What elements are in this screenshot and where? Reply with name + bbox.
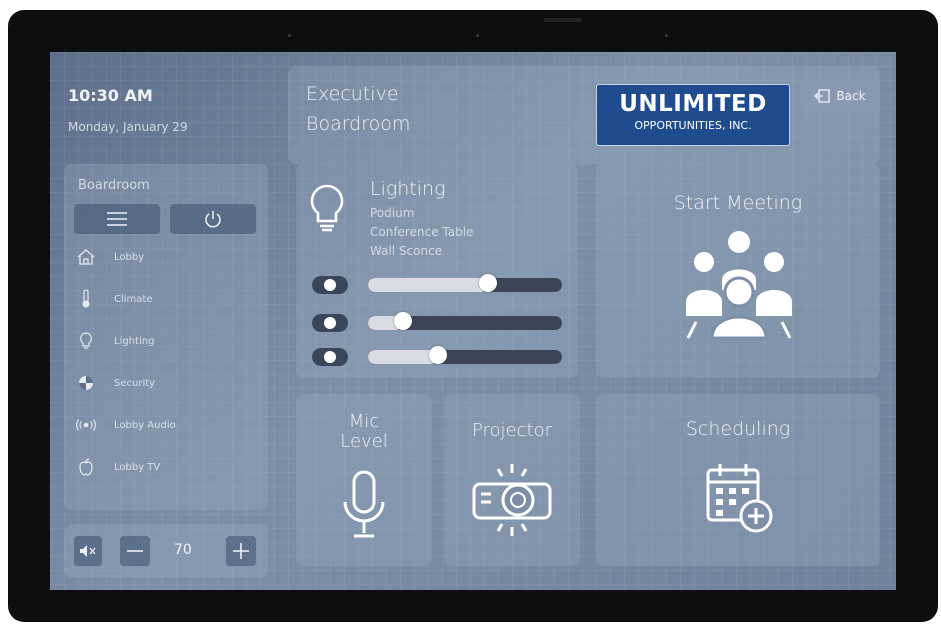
home-icon <box>76 247 96 267</box>
lighting-control-row <box>312 346 562 366</box>
plus-icon <box>233 543 249 559</box>
volume-panel: 70 <box>64 524 268 578</box>
room-title-line2: Boardroom <box>306 113 411 135</box>
sidebar-item-lobby-tv[interactable]: Lobby TV <box>76 452 266 482</box>
mic-level-label-line1: Mic <box>348 411 380 432</box>
toggle-knob <box>324 351 336 363</box>
bezel-sensor-slot <box>544 18 582 22</box>
scheduling-label: Scheduling <box>685 418 791 440</box>
logo-wordmark: UNLIMITED <box>619 91 767 117</box>
power-button[interactable] <box>170 204 256 234</box>
lighting-zone-label: Conference Table <box>370 225 474 239</box>
lighting-toggle[interactable] <box>312 314 348 332</box>
projector-icon <box>468 460 556 544</box>
sidebar-item-label: Security <box>114 377 156 389</box>
minus-icon <box>127 550 143 552</box>
clock-date: Monday, January 29 <box>68 120 188 134</box>
mute-button[interactable] <box>74 536 102 566</box>
back-arrow-icon <box>814 89 831 103</box>
mic-level-tile[interactable]: Mic Level <box>296 394 432 566</box>
projector-tile[interactable]: Projector <box>444 394 580 566</box>
lighting-toggle[interactable] <box>312 348 348 366</box>
room-title-line1: Executive <box>306 83 399 105</box>
lighting-slider-track[interactable] <box>368 350 562 364</box>
start-meeting-label: Start Meeting <box>673 192 803 214</box>
scheduling-tile[interactable]: Scheduling <box>596 394 880 566</box>
audio-broadcast-icon <box>76 415 96 435</box>
security-icon <box>76 373 96 393</box>
sidebar-item-label: Lighting <box>114 335 155 347</box>
lighting-slider-fill <box>368 278 488 292</box>
sidebar-item-label: Lobby TV <box>114 461 161 473</box>
hamburger-menu-icon <box>106 212 128 226</box>
power-icon <box>204 210 222 228</box>
sidebar-item-lobby[interactable]: Lobby <box>76 242 266 272</box>
thermometer-icon <box>76 289 96 309</box>
mic-level-label-line2: Level <box>340 431 388 452</box>
meeting-group-icon <box>674 228 804 352</box>
lightbulb-icon <box>76 331 96 351</box>
lighting-zone-label: Podium <box>370 206 415 220</box>
start-meeting-tile[interactable]: Start Meeting <box>596 164 880 378</box>
sidebar-item-security[interactable]: Security <box>76 368 266 398</box>
lighting-toggle[interactable] <box>312 276 348 294</box>
lighting-control-row <box>312 312 562 332</box>
sidebar-item-label: Climate <box>114 293 153 305</box>
bezel-sensor-dot <box>665 34 668 37</box>
bezel-sensor-dot <box>288 34 291 37</box>
speaker-mute-icon <box>79 544 97 558</box>
menu-button[interactable] <box>74 204 160 234</box>
toggle-knob <box>324 279 336 291</box>
lighting-slider-thumb[interactable] <box>394 312 412 330</box>
logo-subtitle: OPPORTUNITIES, INC. <box>634 119 752 132</box>
sidebar-item-climate[interactable]: Climate <box>76 284 266 314</box>
clock-time: 10:30 AM <box>68 86 153 105</box>
apple-tv-icon <box>76 457 96 477</box>
lightbulb-icon <box>310 184 344 236</box>
company-logo: UNLIMITED OPPORTUNITIES, INC. <box>596 84 790 146</box>
volume-level: 70 <box>174 542 192 558</box>
volume-up-button[interactable] <box>226 536 256 566</box>
sidebar-item-lobby-audio[interactable]: Lobby Audio <box>76 410 266 440</box>
lighting-control-row <box>312 274 562 294</box>
sidebar-item-label: Lobby Audio <box>114 419 176 431</box>
lighting-slider-thumb[interactable] <box>429 346 447 364</box>
sidebar-panel: Boardroom Lobby Climate Lighting Securit… <box>64 164 268 510</box>
microphone-icon <box>342 470 386 544</box>
back-button-label: Back <box>836 89 866 103</box>
bezel-camera-dot <box>476 34 479 37</box>
toggle-knob <box>324 317 336 329</box>
lighting-slider-thumb[interactable] <box>479 274 497 292</box>
back-button[interactable]: Back <box>800 80 880 112</box>
projector-label: Projector <box>472 420 552 441</box>
lighting-title: Lighting <box>370 178 446 200</box>
calendar-add-icon <box>704 460 776 540</box>
touch-screen: 10:30 AM Monday, January 29 Executive Bo… <box>50 52 896 590</box>
sidebar-item-lighting[interactable]: Lighting <box>76 326 266 356</box>
sidebar-item-label: Lobby <box>114 251 145 263</box>
volume-down-button[interactable] <box>120 536 150 566</box>
sidebar-room-title: Boardroom <box>78 178 150 193</box>
lighting-slider-fill <box>368 350 438 364</box>
lighting-zone-label: Wall Sconce <box>370 244 443 258</box>
lighting-panel: Lighting Podium Conference Table Wall Sc… <box>296 164 578 378</box>
lighting-slider-track[interactable] <box>368 278 562 292</box>
